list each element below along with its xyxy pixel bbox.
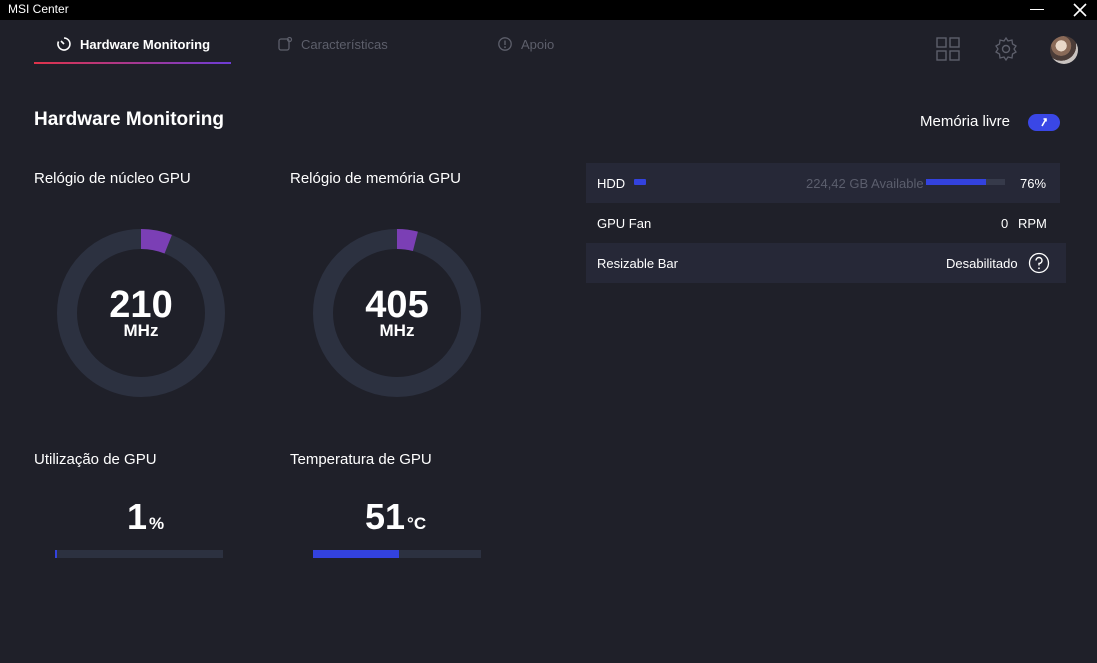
title-bar: MSI Center [0,0,1097,20]
tab-label: Apoio [521,36,555,52]
grid-icon[interactable] [935,36,961,62]
hdd-mini-indicator [634,179,646,185]
core-clock-unit: MHz [123,321,159,340]
resizable-bar-label: Resizable Bar [597,256,678,271]
page-title: Hardware Monitoring [34,109,225,130]
core-clock-label: Relógio de núcleo GPU [34,170,191,187]
msi-center-window: MSI Center Hardware Monitoring Caracterí… [0,0,1097,663]
features-icon [278,36,293,51]
tab-label: Características [301,36,388,52]
gauge-icon [57,37,71,51]
avatar[interactable] [1050,36,1078,64]
free-memory-label: Memória livre [920,113,1011,130]
gpu-fan-label: GPU Fan [597,216,652,231]
gpu-fan-row: GPU Fan 0 RPM [586,203,1060,243]
gpu-fan-unit: RPM [1018,216,1047,231]
tab-hardware-monitoring[interactable]: Hardware Monitoring [56,32,210,56]
free-memory-button[interactable] [1028,114,1060,131]
gpu-utilization-bar-fill [55,550,57,558]
memory-clock-unit: MHz [379,321,415,340]
support-icon [498,37,512,51]
gpu-utilization-value: 1 [127,496,148,537]
hdd-label: HDD [597,176,626,191]
close-icon[interactable] [1068,1,1092,19]
memory-clock-gauge-arc [396,229,418,252]
gear-icon[interactable] [993,36,1019,62]
gpu-utilization-bar [55,550,223,558]
gpu-utilization-unit: % [149,514,165,533]
hdd-available: 224,42 GB Available [806,176,924,191]
tab-support[interactable]: Apoio [497,32,554,56]
hdd-percent: 76% [1020,176,1047,191]
memory-clock-label: Relógio de memória GPU [290,170,461,187]
window-title: MSI Center [8,2,69,16]
gpu-temperature-unit: °C [407,514,427,533]
resizable-bar-row: Resizable Bar Desabilitado [586,243,1066,283]
gpu-fan-value: 0 [1001,216,1009,231]
tab-label: Hardware Monitoring [80,36,211,52]
hdd-usage-bar-fill [926,179,986,185]
gpu-temperature-label: Temperatura de GPU [290,451,432,468]
resizable-bar-value: Desabilitado [946,256,1018,271]
core-clock-gauge-arc [140,229,172,254]
help-icon[interactable] [1028,252,1050,274]
gpu-temperature-bar [313,550,481,558]
gpu-temperature-readout: 51 °C [365,496,426,538]
active-tab-indicator [34,62,231,64]
gpu-temperature-bar-fill [313,550,399,558]
arrow-up-icon [1041,118,1047,127]
tab-features[interactable]: Características [277,32,388,56]
hdd-row: HDD 224,42 GB Available 76% [586,163,1060,203]
minimize-button[interactable] [1030,9,1044,10]
gpu-utilization-label: Utilização de GPU [34,451,157,468]
gpu-temperature-value: 51 [365,496,406,537]
hdd-usage-bar [926,179,1005,185]
gpu-utilization-readout: 1 % [127,496,164,538]
